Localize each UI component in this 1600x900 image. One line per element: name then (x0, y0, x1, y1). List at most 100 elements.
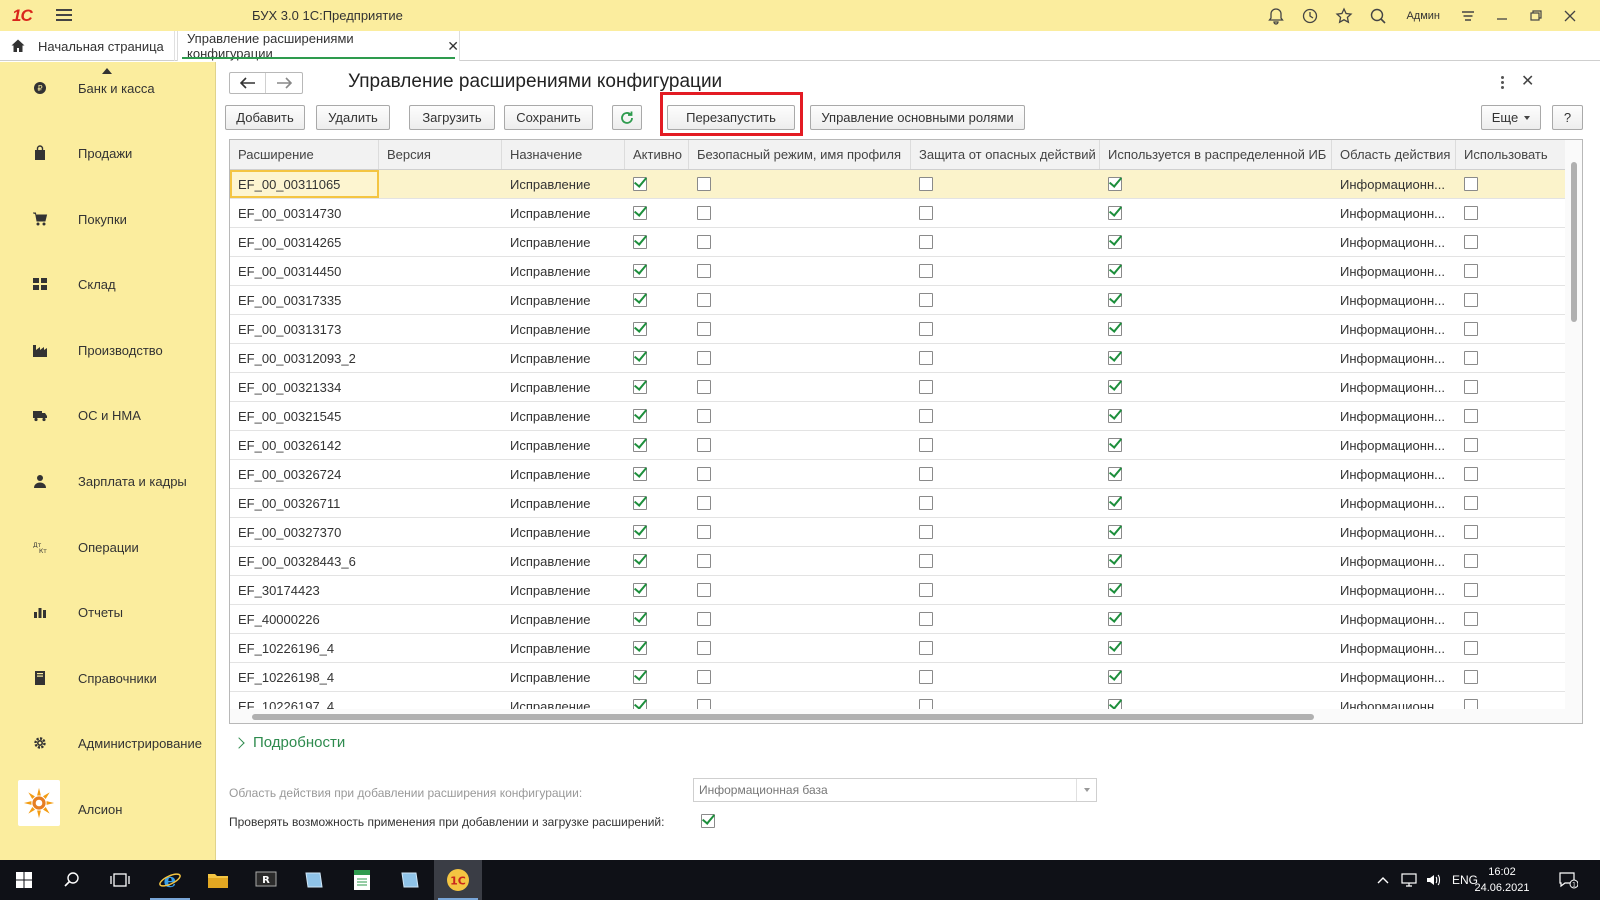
column-header[interactable]: Защита от опасных действий (911, 140, 1100, 169)
tab-extensions[interactable]: Управление расширениями конфигурации ✕ (177, 31, 460, 61)
cell-scope[interactable]: Информационн... (1332, 489, 1456, 517)
protect-checkbox[interactable] (919, 641, 933, 655)
protect-checkbox[interactable] (919, 409, 933, 423)
cell-version[interactable] (379, 663, 502, 691)
cell-version[interactable] (379, 199, 502, 227)
cell-version[interactable] (379, 547, 502, 575)
sidebar-item-alsion[interactable]: Алсион (0, 780, 216, 826)
safe-checkbox[interactable] (697, 496, 711, 510)
add-button[interactable]: Добавить (225, 105, 305, 130)
distributed-checkbox[interactable] (1108, 438, 1122, 452)
column-header[interactable]: Используется в распределенной ИБ (1100, 140, 1332, 169)
cell-version[interactable] (379, 402, 502, 430)
cell-name[interactable]: EF_00_00314450 (230, 257, 379, 285)
sidebar-item-operations[interactable]: Дт Кт Операции (0, 535, 216, 559)
cell-purpose[interactable]: Исправление (502, 518, 625, 546)
cell-purpose[interactable]: Исправление (502, 431, 625, 459)
cell-purpose[interactable]: Исправление (502, 286, 625, 314)
table-row[interactable]: EF_00_00328443_6 Исправление Информационн.… (230, 547, 1566, 576)
cell-purpose[interactable]: Исправление (502, 489, 625, 517)
cell-purpose[interactable]: Исправление (502, 634, 625, 662)
use-checkbox[interactable] (1464, 583, 1478, 597)
cell-name[interactable]: EF_40000226 (230, 605, 379, 633)
refresh-button[interactable] (612, 105, 642, 130)
active-checkbox[interactable] (633, 612, 647, 626)
distributed-checkbox[interactable] (1108, 409, 1122, 423)
file-explorer-icon[interactable] (194, 860, 242, 900)
active-checkbox[interactable] (633, 670, 647, 684)
1c-enterprise-icon[interactable]: 1С (434, 860, 482, 900)
safe-checkbox[interactable] (697, 380, 711, 394)
cell-scope[interactable]: Информационн... (1332, 605, 1456, 633)
cell-purpose[interactable]: Исправление (502, 344, 625, 372)
protect-checkbox[interactable] (919, 467, 933, 481)
vertical-scrollbar[interactable] (1565, 140, 1582, 723)
cell-scope[interactable]: Информационн... (1332, 228, 1456, 256)
safe-checkbox[interactable] (697, 264, 711, 278)
safe-checkbox[interactable] (697, 293, 711, 307)
cell-scope[interactable]: Информационн... (1332, 286, 1456, 314)
cell-scope[interactable]: Информационн... (1332, 431, 1456, 459)
active-checkbox[interactable] (633, 206, 647, 220)
sidebar-item-fixed-assets[interactable]: ОС и НМА (0, 403, 216, 427)
use-checkbox[interactable] (1464, 409, 1478, 423)
active-checkbox[interactable] (633, 467, 647, 481)
table-row[interactable]: EF_00_00326711 Исправление Информационн... (230, 489, 1566, 518)
user-name[interactable]: Админ (1406, 10, 1440, 22)
protect-checkbox[interactable] (919, 293, 933, 307)
minimize-icon[interactable] (1492, 6, 1512, 26)
internet-explorer-icon[interactable]: e (146, 860, 194, 900)
protect-checkbox[interactable] (919, 525, 933, 539)
app-window-icon[interactable] (386, 860, 434, 900)
back-arrow-icon[interactable] (230, 73, 266, 93)
clock[interactable]: 16:02 24.06.2021 (1467, 864, 1537, 896)
cell-scope[interactable]: Информационн... (1332, 576, 1456, 604)
more-vertical-icon[interactable] (1495, 73, 1509, 91)
table-row[interactable]: EF_00_00317335 Исправление Информационн... (230, 286, 1566, 315)
tab-close-icon[interactable]: ✕ (447, 38, 459, 55)
distributed-checkbox[interactable] (1108, 496, 1122, 510)
active-checkbox[interactable] (633, 409, 647, 423)
distributed-checkbox[interactable] (1108, 177, 1122, 191)
cell-name[interactable]: EF_00_00314730 (230, 199, 379, 227)
use-checkbox[interactable] (1464, 177, 1478, 191)
cell-version[interactable] (379, 228, 502, 256)
use-checkbox[interactable] (1464, 438, 1478, 452)
distributed-checkbox[interactable] (1108, 641, 1122, 655)
network-icon[interactable] (1400, 860, 1418, 900)
cell-scope[interactable]: Информационн... (1332, 634, 1456, 662)
cell-version[interactable] (379, 518, 502, 546)
tray-expand-icon[interactable] (1377, 860, 1389, 900)
table-row[interactable]: EF_10226198_4 Исправление Информационн... (230, 663, 1566, 692)
cell-version[interactable] (379, 431, 502, 459)
active-checkbox[interactable] (633, 554, 647, 568)
restore-icon[interactable] (1526, 6, 1546, 26)
safe-checkbox[interactable] (697, 438, 711, 452)
cell-purpose[interactable]: Исправление (502, 576, 625, 604)
use-checkbox[interactable] (1464, 235, 1478, 249)
windows-start-icon[interactable] (0, 860, 48, 900)
horizontal-scrollbar[interactable] (230, 709, 1566, 723)
safe-checkbox[interactable] (697, 351, 711, 365)
sidebar-item-purchases[interactable]: Покупки (0, 207, 216, 231)
main-menu-icon[interactable] (56, 7, 72, 23)
table-row[interactable]: EF_00_00314730 Исправление Информационн... (230, 199, 1566, 228)
distributed-checkbox[interactable] (1108, 583, 1122, 597)
cell-purpose[interactable]: Исправление (502, 663, 625, 691)
use-checkbox[interactable] (1464, 206, 1478, 220)
cell-scope[interactable]: Информационн... (1332, 518, 1456, 546)
cell-name[interactable]: EF_00_00312093_2 (230, 344, 379, 372)
table-row[interactable]: EF_00_00321545 Исправление Информационн... (230, 402, 1566, 431)
cell-name[interactable]: EF_00_00313173 (230, 315, 379, 343)
cell-scope[interactable]: Информационн... (1332, 199, 1456, 227)
use-checkbox[interactable] (1464, 641, 1478, 655)
cell-scope[interactable]: Информационн... (1332, 257, 1456, 285)
cell-version[interactable] (379, 344, 502, 372)
cell-version[interactable] (379, 373, 502, 401)
safe-checkbox[interactable] (697, 641, 711, 655)
protect-checkbox[interactable] (919, 496, 933, 510)
cell-version[interactable] (379, 286, 502, 314)
table-row[interactable]: EF_00_00313173 Исправление Информационн... (230, 315, 1566, 344)
use-checkbox[interactable] (1464, 264, 1478, 278)
protect-checkbox[interactable] (919, 612, 933, 626)
